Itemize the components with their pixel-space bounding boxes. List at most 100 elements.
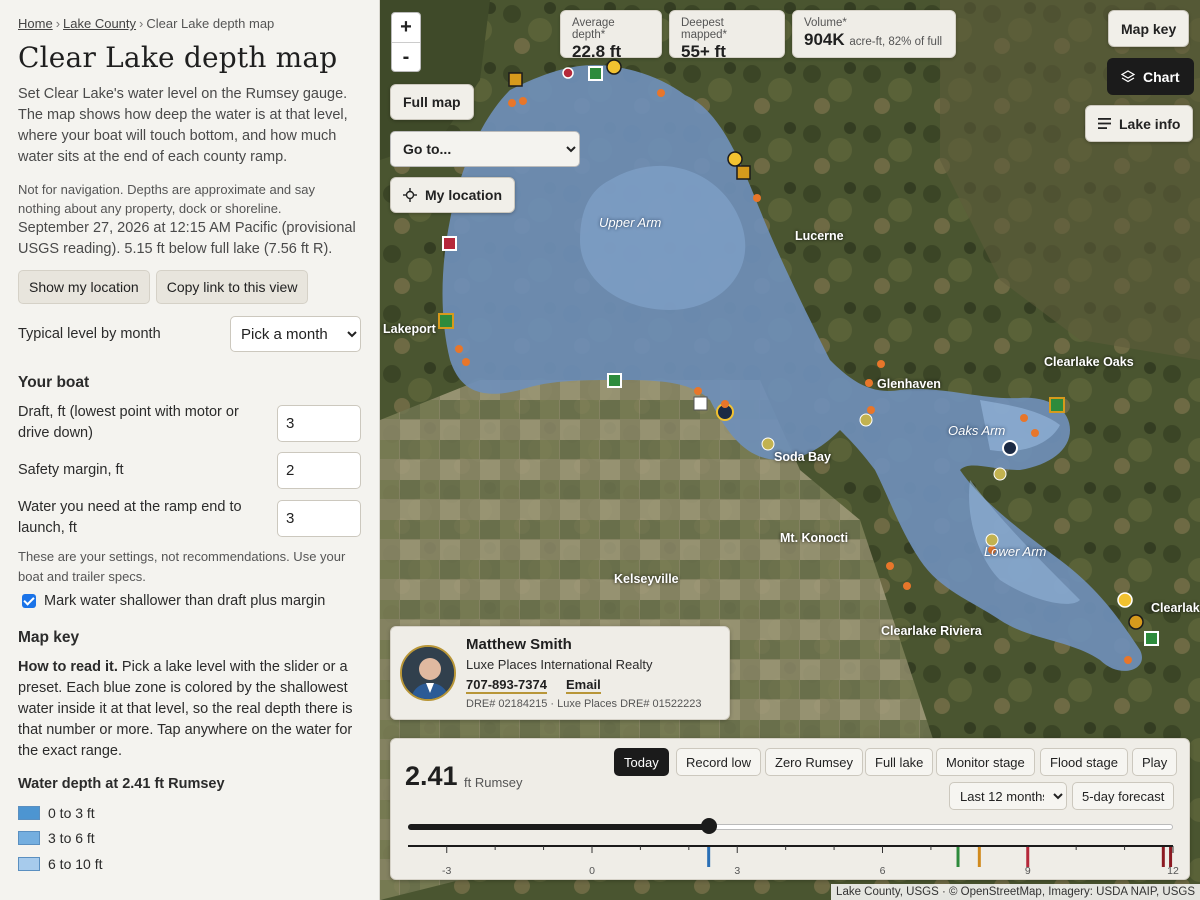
lake-info-label: Lake info (1119, 115, 1181, 132)
water-label-upper-arm: Upper Arm (599, 215, 662, 230)
range-select[interactable]: Last 12 months (949, 782, 1067, 810)
location-actions: Show my location Copy link to this view (18, 270, 361, 304)
axis-tick-label: 6 (880, 865, 886, 877)
intro-text: Set Clear Lake's water level on the Rums… (18, 86, 348, 165)
zoom-out-button[interactable]: - (392, 42, 420, 71)
agent-phone-link[interactable]: 707-893-7374 (466, 677, 547, 694)
shallow-water-checkbox-row[interactable]: Mark water shallower than draft plus mar… (22, 593, 361, 609)
place-label-soda-bay: Soda Bay (774, 450, 831, 464)
sidebar: Home › Lake County › Clear Lake depth map Cl… (0, 0, 380, 900)
reading-text: September 27, 2026 at 12:15 AM Pacific (… (18, 220, 356, 257)
goto-select[interactable]: Go to... (390, 131, 580, 167)
breadcrumb-separator: › (139, 16, 144, 31)
boat-note: These are your settings, not recommendat… (18, 549, 346, 584)
howto-text: How to read it. Pick a lake level with t… (18, 657, 361, 762)
stat-key: Average depth* (572, 17, 615, 41)
stat-value: 904K acre-ft, 82% of full (804, 30, 944, 50)
preset-zero-rumsey-button[interactable]: Zero Rumsey (765, 748, 864, 776)
forecast-button[interactable]: 5-day forecast (1072, 782, 1175, 810)
axis-tick-label: -3 (442, 865, 451, 877)
stat-value: 22.8 ft (572, 42, 622, 61)
place-label-kelseyville: Kelseyville (614, 572, 679, 586)
zoom-in-button[interactable]: + (392, 13, 420, 42)
preset-flood-stage-button[interactable]: Flood stage (1040, 748, 1128, 776)
draft-field-row: Draft, ft (lowest point with motor or dr… (18, 402, 361, 444)
shallow-water-checkbox-label: Mark water shallower than draft plus mar… (44, 593, 326, 609)
breadcrumb-home-link[interactable]: Home (18, 16, 53, 31)
stat-average-depth: Average depth* 22.8 ft (560, 10, 662, 61)
howto-bold: How to read it. (18, 659, 118, 675)
breadcrumb-current: Clear Lake depth map (146, 16, 275, 31)
page-title: Clear Lake depth map (18, 41, 338, 74)
breadcrumb-county-link[interactable]: Lake County (63, 16, 136, 31)
place-label-clearlake: Clearlak (1151, 601, 1200, 615)
month-select[interactable]: Pick a month (230, 316, 361, 352)
agent-dre: DRE# 02184215 · Luxe Places DRE# 0152222… (466, 698, 702, 710)
water-label-oaks-arm: Oaks Arm (948, 423, 1006, 438)
stat-key: Deepest mapped* (681, 17, 728, 41)
legend-label: 3 to 6 ft (48, 830, 95, 847)
level-slider-fill (408, 824, 709, 830)
lake-map[interactable]: Lakeport Lucerne Clearlake Oaks Glenhave… (380, 0, 1200, 900)
ramp-label: Water you need at the ramp end to launch… (18, 499, 242, 536)
crosshair-icon (403, 188, 417, 202)
stat-deepest-mapped: Deepest mapped* 55+ ft (669, 10, 785, 61)
level-slider-thumb[interactable] (700, 818, 717, 834)
breadcrumb-separator: › (55, 16, 61, 31)
my-location-button[interactable]: My location (390, 177, 516, 213)
month-row: Typical level by month Pick a month (18, 316, 361, 352)
stat-key: Volume* (804, 17, 847, 29)
draft-input[interactable] (277, 404, 361, 442)
place-label-glenhaven: Glenhaven (877, 377, 941, 391)
place-label-clearlake-riviera: Clearlake Riviera (881, 624, 982, 638)
axis-tick-label: 0 (589, 865, 595, 877)
agent-email-link[interactable]: Email (566, 677, 601, 694)
ramp-field-row: Water you need at the ramp end to launch… (18, 497, 361, 539)
preset-record-low-button[interactable]: Record low (676, 748, 762, 776)
map-attribution: Lake County, USGS · © OpenStreetMap, Ima… (831, 884, 1200, 900)
legend-swatch (18, 805, 40, 820)
disclaimer-text: Not for navigation. Depths are approxima… (18, 182, 316, 216)
legend-swatch (18, 856, 40, 871)
legend-label: 0 to 3 ft (48, 804, 95, 821)
agent-avatar (400, 645, 456, 701)
breadcrumb: Home › Lake County › Clear Lake depth map (18, 16, 361, 31)
margin-field-row: Safety margin, ft (18, 452, 361, 489)
legend-item: 3 to 6 ft (18, 826, 361, 852)
my-location-label: My location (425, 187, 503, 203)
agent-name: Matthew Smith (466, 636, 572, 653)
copy-link-button[interactable]: Copy link to this view (155, 270, 309, 304)
play-button[interactable]: Play (1132, 748, 1178, 776)
chart-button[interactable]: Chart (1107, 58, 1194, 95)
boat-heading: Your boat (18, 374, 90, 391)
shallow-water-checkbox[interactable] (22, 594, 36, 608)
legend-swatch (18, 831, 40, 846)
preset-today-button[interactable]: Today (614, 748, 669, 776)
place-label-lucerne: Lucerne (795, 229, 844, 243)
level-panel: 2.41 ft Rumsey Today Record low Zero Rum… (390, 738, 1190, 880)
place-label-clearlake-oaks: Clearlake Oaks (1044, 355, 1134, 369)
place-label-lakeport: Lakeport (383, 322, 436, 336)
water-label-lower-arm: Lower Arm (984, 544, 1047, 559)
layers-icon (1121, 69, 1135, 82)
stat-volume-extra: acre-ft, 82% of full (849, 36, 943, 48)
agent-card: Matthew Smith Luxe Places International … (390, 626, 730, 720)
ramp-input[interactable] (277, 499, 361, 537)
preset-monitor-stage-button[interactable]: Monitor stage (936, 748, 1035, 776)
month-label: Typical level by month (18, 325, 161, 342)
map-key-button[interactable]: Map key (1108, 10, 1190, 47)
full-map-button[interactable]: Full map (390, 84, 474, 120)
axis-tick-label: 12 (1167, 865, 1179, 877)
stat-volume: Volume* 904K acre-ft, 82% of full (792, 10, 956, 58)
margin-label: Safety margin, ft (18, 462, 124, 478)
legend-item: 0 to 3 ft (18, 800, 361, 826)
legend-item: 6 to 10 ft (18, 851, 361, 877)
depth-legend: 0 to 3 ft 3 to 6 ft 6 to 10 ft (18, 800, 361, 877)
legend-title: Water depth at 2.41 ft Rumsey (18, 776, 225, 792)
level-value: 2.41 (405, 761, 458, 791)
preset-full-lake-button[interactable]: Full lake (865, 748, 934, 776)
show-my-location-button[interactable]: Show my location (18, 270, 150, 304)
margin-input[interactable] (277, 452, 361, 489)
draft-label: Draft, ft (lowest point with motor or dr… (18, 404, 239, 441)
lake-info-button[interactable]: Lake info (1085, 105, 1194, 142)
